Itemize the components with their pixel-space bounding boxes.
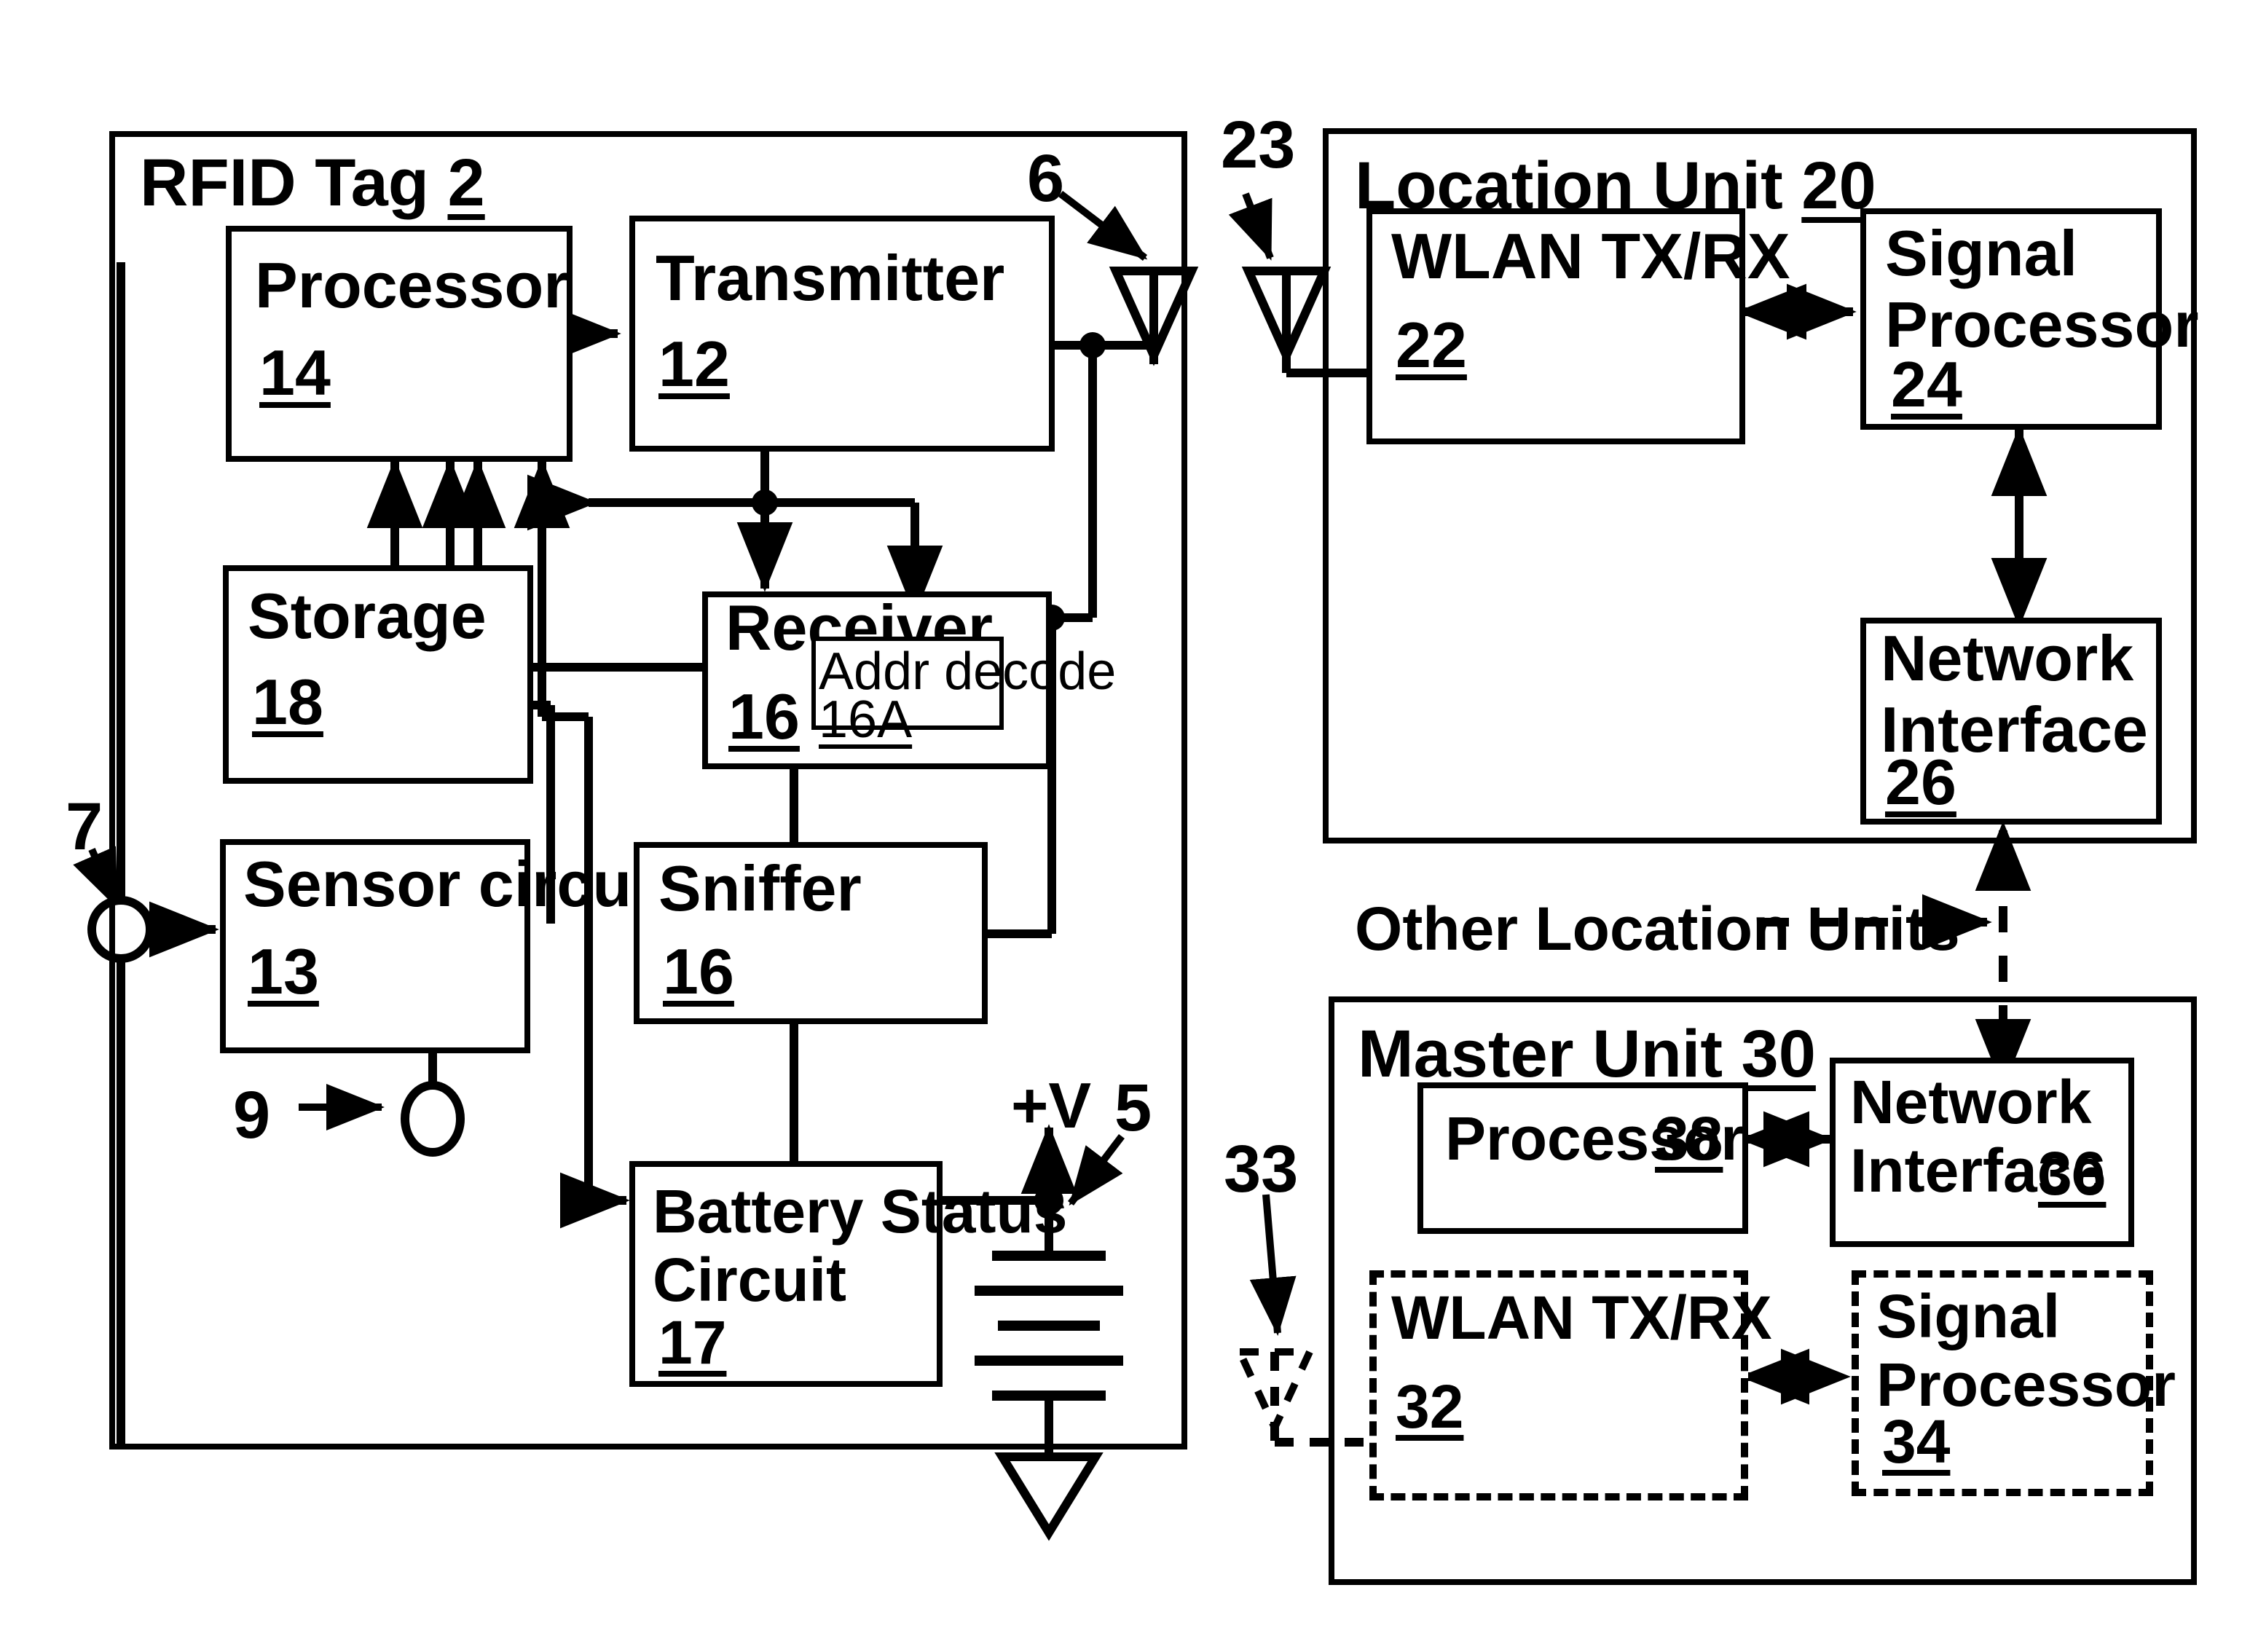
figure-canvas: RFID Tag 2 Processor 14 Transmitter 12 S… bbox=[0, 0, 2242, 1652]
master-unit-title-text: Master Unit bbox=[1358, 1015, 1723, 1091]
rfid-tag-title-num: 2 bbox=[447, 144, 485, 220]
rfid-tag-title-text: RFID Tag bbox=[140, 144, 429, 220]
block-wlan-txrx-32-label: WLAN TX/RX bbox=[1391, 1283, 1772, 1352]
block-network-interface-26-num: 26 bbox=[1885, 747, 1956, 819]
callout-33: 33 bbox=[1224, 1130, 1299, 1206]
block-receiver-16-num: 16 bbox=[728, 682, 800, 753]
block-sensor-circuit-13-num: 13 bbox=[248, 937, 319, 1008]
block-transmitter-12-label: Transmitter bbox=[656, 243, 1005, 315]
callout-6: 6 bbox=[1027, 140, 1065, 216]
supply-voltage-label: +V bbox=[1011, 1071, 1092, 1142]
callout-9: 9 bbox=[233, 1077, 271, 1152]
block-network-interface-36-num: 36 bbox=[2038, 1139, 2107, 1208]
block-sensor-circuit-13-label: Sensor circuit bbox=[243, 849, 671, 921]
block-processor-38-num: 38 bbox=[1655, 1104, 1723, 1173]
block-storage-18-num: 18 bbox=[252, 667, 323, 739]
block-wlan-txrx-22-num: 22 bbox=[1396, 310, 1467, 382]
master-unit-title-num: 30 bbox=[1741, 1015, 1816, 1091]
master-unit-title: Master Unit 30 bbox=[1358, 1014, 1816, 1093]
other-location-units-label: Other Location Units bbox=[1355, 894, 1960, 963]
block-signal-processor-34-num: 34 bbox=[1882, 1407, 1951, 1476]
block-sniffer-16-num: 16 bbox=[663, 937, 734, 1008]
block-signal-processor-24-num: 24 bbox=[1891, 350, 1962, 421]
rfid-tag-title: RFID Tag 2 bbox=[140, 143, 485, 221]
block-processor-14-num: 14 bbox=[259, 338, 331, 409]
block-signal-processor-34-label: Signal Processor bbox=[1876, 1282, 2176, 1420]
callout-5: 5 bbox=[1114, 1069, 1152, 1145]
callout-23: 23 bbox=[1221, 106, 1296, 182]
callout-7: 7 bbox=[66, 788, 103, 864]
block-storage-18-label: Storage bbox=[248, 581, 487, 653]
block-addr-decode-16a-num: 16A bbox=[819, 689, 913, 749]
block-processor-14-label: Processor bbox=[255, 251, 569, 322]
block-battery-status-circuit-17-num: 17 bbox=[658, 1308, 727, 1377]
block-battery-status-circuit-17-label: Battery Status Circuit bbox=[653, 1177, 1068, 1315]
block-wlan-txrx-22-label: WLAN TX/RX bbox=[1391, 221, 1790, 293]
block-network-interface-26-label: Network Interface bbox=[1881, 624, 2148, 767]
block-sniffer-16-label: Sniffer bbox=[658, 854, 862, 925]
block-signal-processor-24-label: Signal Processor bbox=[1885, 219, 2199, 362]
block-wlan-txrx-32-num: 32 bbox=[1396, 1372, 1464, 1441]
block-transmitter-12-num: 12 bbox=[658, 329, 730, 401]
